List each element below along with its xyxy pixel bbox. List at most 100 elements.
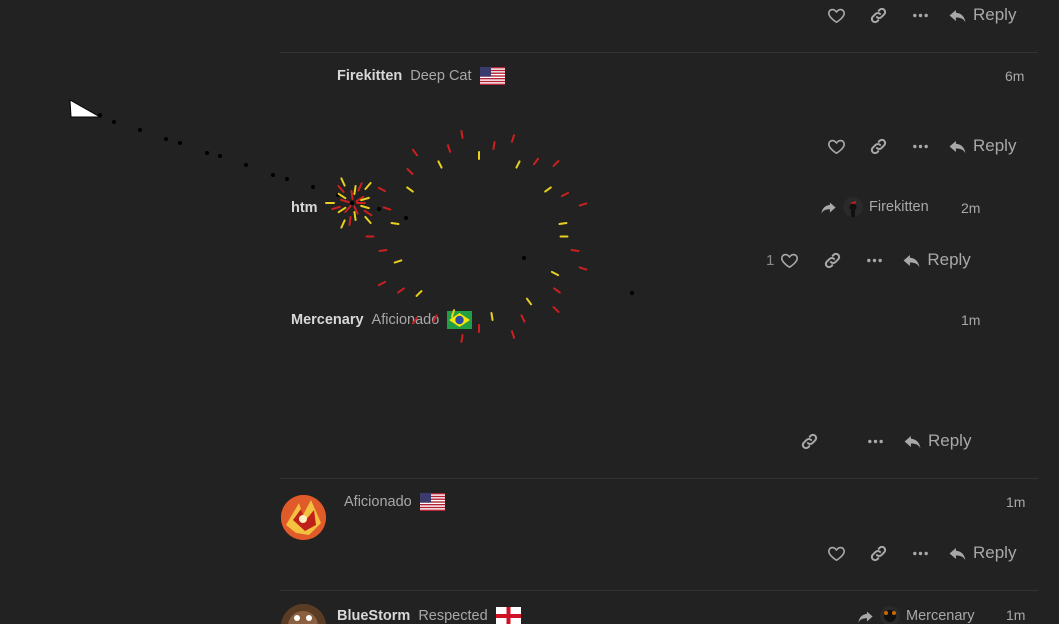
firework-spark xyxy=(460,129,464,139)
more-button[interactable] xyxy=(908,138,932,155)
link-icon xyxy=(823,251,842,270)
post-divider xyxy=(280,478,1038,479)
post-time[interactable]: 1m xyxy=(1006,607,1025,623)
firework-spark xyxy=(552,159,560,168)
firework-spark xyxy=(558,222,568,226)
firework-spark xyxy=(356,202,366,204)
trail-dot xyxy=(311,185,315,189)
reply-label: Reply xyxy=(928,431,972,450)
england-flag-icon xyxy=(495,607,521,624)
post-time[interactable]: 6m xyxy=(1005,68,1024,84)
avatar[interactable] xyxy=(281,495,326,540)
copy-link-button[interactable] xyxy=(797,432,821,451)
username[interactable]: Mercenary xyxy=(291,312,364,328)
reply-label: Reply xyxy=(973,5,1017,24)
trail-dot xyxy=(205,151,209,155)
username[interactable]: Firekitten xyxy=(337,68,402,84)
firework-spark xyxy=(405,185,415,193)
firework-spark xyxy=(553,287,562,295)
firework-spark xyxy=(560,191,570,198)
reply-button[interactable]: Reply xyxy=(902,250,971,270)
link-icon xyxy=(800,432,819,451)
more-button[interactable] xyxy=(908,7,932,24)
reply-arrow-icon xyxy=(948,6,967,25)
post-header: Firekitten Deep Cat xyxy=(337,67,505,85)
firework-spark xyxy=(364,215,373,225)
post-actions: Reply xyxy=(824,135,1016,157)
firework-spark xyxy=(325,202,335,204)
user-title: Aficionado xyxy=(371,312,440,328)
firework-spark xyxy=(510,330,516,340)
heart-icon xyxy=(827,137,846,156)
like-button[interactable] xyxy=(824,544,848,563)
post-actions: Reply xyxy=(797,430,971,452)
link-icon xyxy=(869,137,888,156)
firework-spark xyxy=(559,235,569,238)
firework-spark xyxy=(520,314,526,324)
post-actions: Reply xyxy=(824,542,1016,564)
post-actions: Reply xyxy=(824,4,1016,26)
post-time[interactable]: 1m xyxy=(961,312,980,328)
post-header: Aficionado xyxy=(344,493,445,511)
reply-to-tab[interactable]: Mercenary xyxy=(857,606,975,624)
post-actions: 1 Reply xyxy=(766,249,971,271)
copy-link-button[interactable] xyxy=(866,137,890,156)
firework-spark xyxy=(364,181,373,191)
ellipsis-icon xyxy=(867,433,884,450)
firework-spark xyxy=(357,181,364,192)
reply-to-tab[interactable]: Firekitten xyxy=(820,197,929,217)
like-button[interactable] xyxy=(824,6,848,25)
reply-arrow-icon xyxy=(902,251,921,270)
more-button[interactable] xyxy=(908,545,932,562)
avatar xyxy=(880,606,900,624)
firework-spark xyxy=(492,140,496,151)
like-button[interactable] xyxy=(824,137,848,156)
firework-spark xyxy=(396,287,405,295)
user-title: Respected xyxy=(418,608,488,624)
reply-to-username: Firekitten xyxy=(869,199,929,215)
copy-link-button[interactable] xyxy=(866,6,890,25)
firework-spark xyxy=(490,311,494,321)
like-button[interactable] xyxy=(778,251,800,270)
reply-label: Reply xyxy=(927,250,971,269)
post-time[interactable]: 1m xyxy=(1006,494,1025,510)
copy-link-button[interactable] xyxy=(820,251,844,270)
firework-spark xyxy=(552,305,560,314)
trail-dot xyxy=(98,113,102,117)
firework-spark xyxy=(390,222,400,226)
firework-spark xyxy=(365,235,375,238)
share-arrow-icon xyxy=(857,608,874,624)
like-count[interactable]: 1 xyxy=(766,252,774,269)
firework-spark xyxy=(478,324,480,334)
post-time[interactable]: 2m xyxy=(961,200,980,216)
reply-label: Reply xyxy=(973,136,1017,155)
firework-spark xyxy=(570,249,580,253)
firework-spark xyxy=(406,167,415,176)
firework-spark xyxy=(437,160,444,170)
firework-spark xyxy=(532,157,540,167)
more-button[interactable] xyxy=(862,252,886,269)
trail-dot xyxy=(404,216,408,220)
reply-button[interactable]: Reply xyxy=(948,136,1016,156)
post-divider xyxy=(280,52,1038,53)
username[interactable]: htm xyxy=(291,200,318,216)
heart-icon xyxy=(827,544,846,563)
firework-spark xyxy=(360,196,371,202)
more-button[interactable] xyxy=(863,433,887,450)
reply-to-username: Mercenary xyxy=(906,608,975,624)
ellipsis-icon xyxy=(912,7,929,24)
trail-dot xyxy=(164,137,168,141)
firework-spark xyxy=(378,249,388,253)
reply-button[interactable]: Reply xyxy=(948,543,1016,563)
firework-spark xyxy=(348,215,353,226)
post-divider xyxy=(280,590,1038,591)
firework-spark xyxy=(510,133,516,143)
username[interactable]: BlueStorm xyxy=(337,608,410,624)
firework-spark xyxy=(360,204,371,210)
copy-link-button[interactable] xyxy=(866,544,890,563)
avatar[interactable] xyxy=(281,604,326,624)
reply-button[interactable]: Reply xyxy=(903,431,971,451)
trail-dot xyxy=(244,163,248,167)
reply-button[interactable]: Reply xyxy=(948,5,1016,25)
trail-dot xyxy=(178,141,182,145)
